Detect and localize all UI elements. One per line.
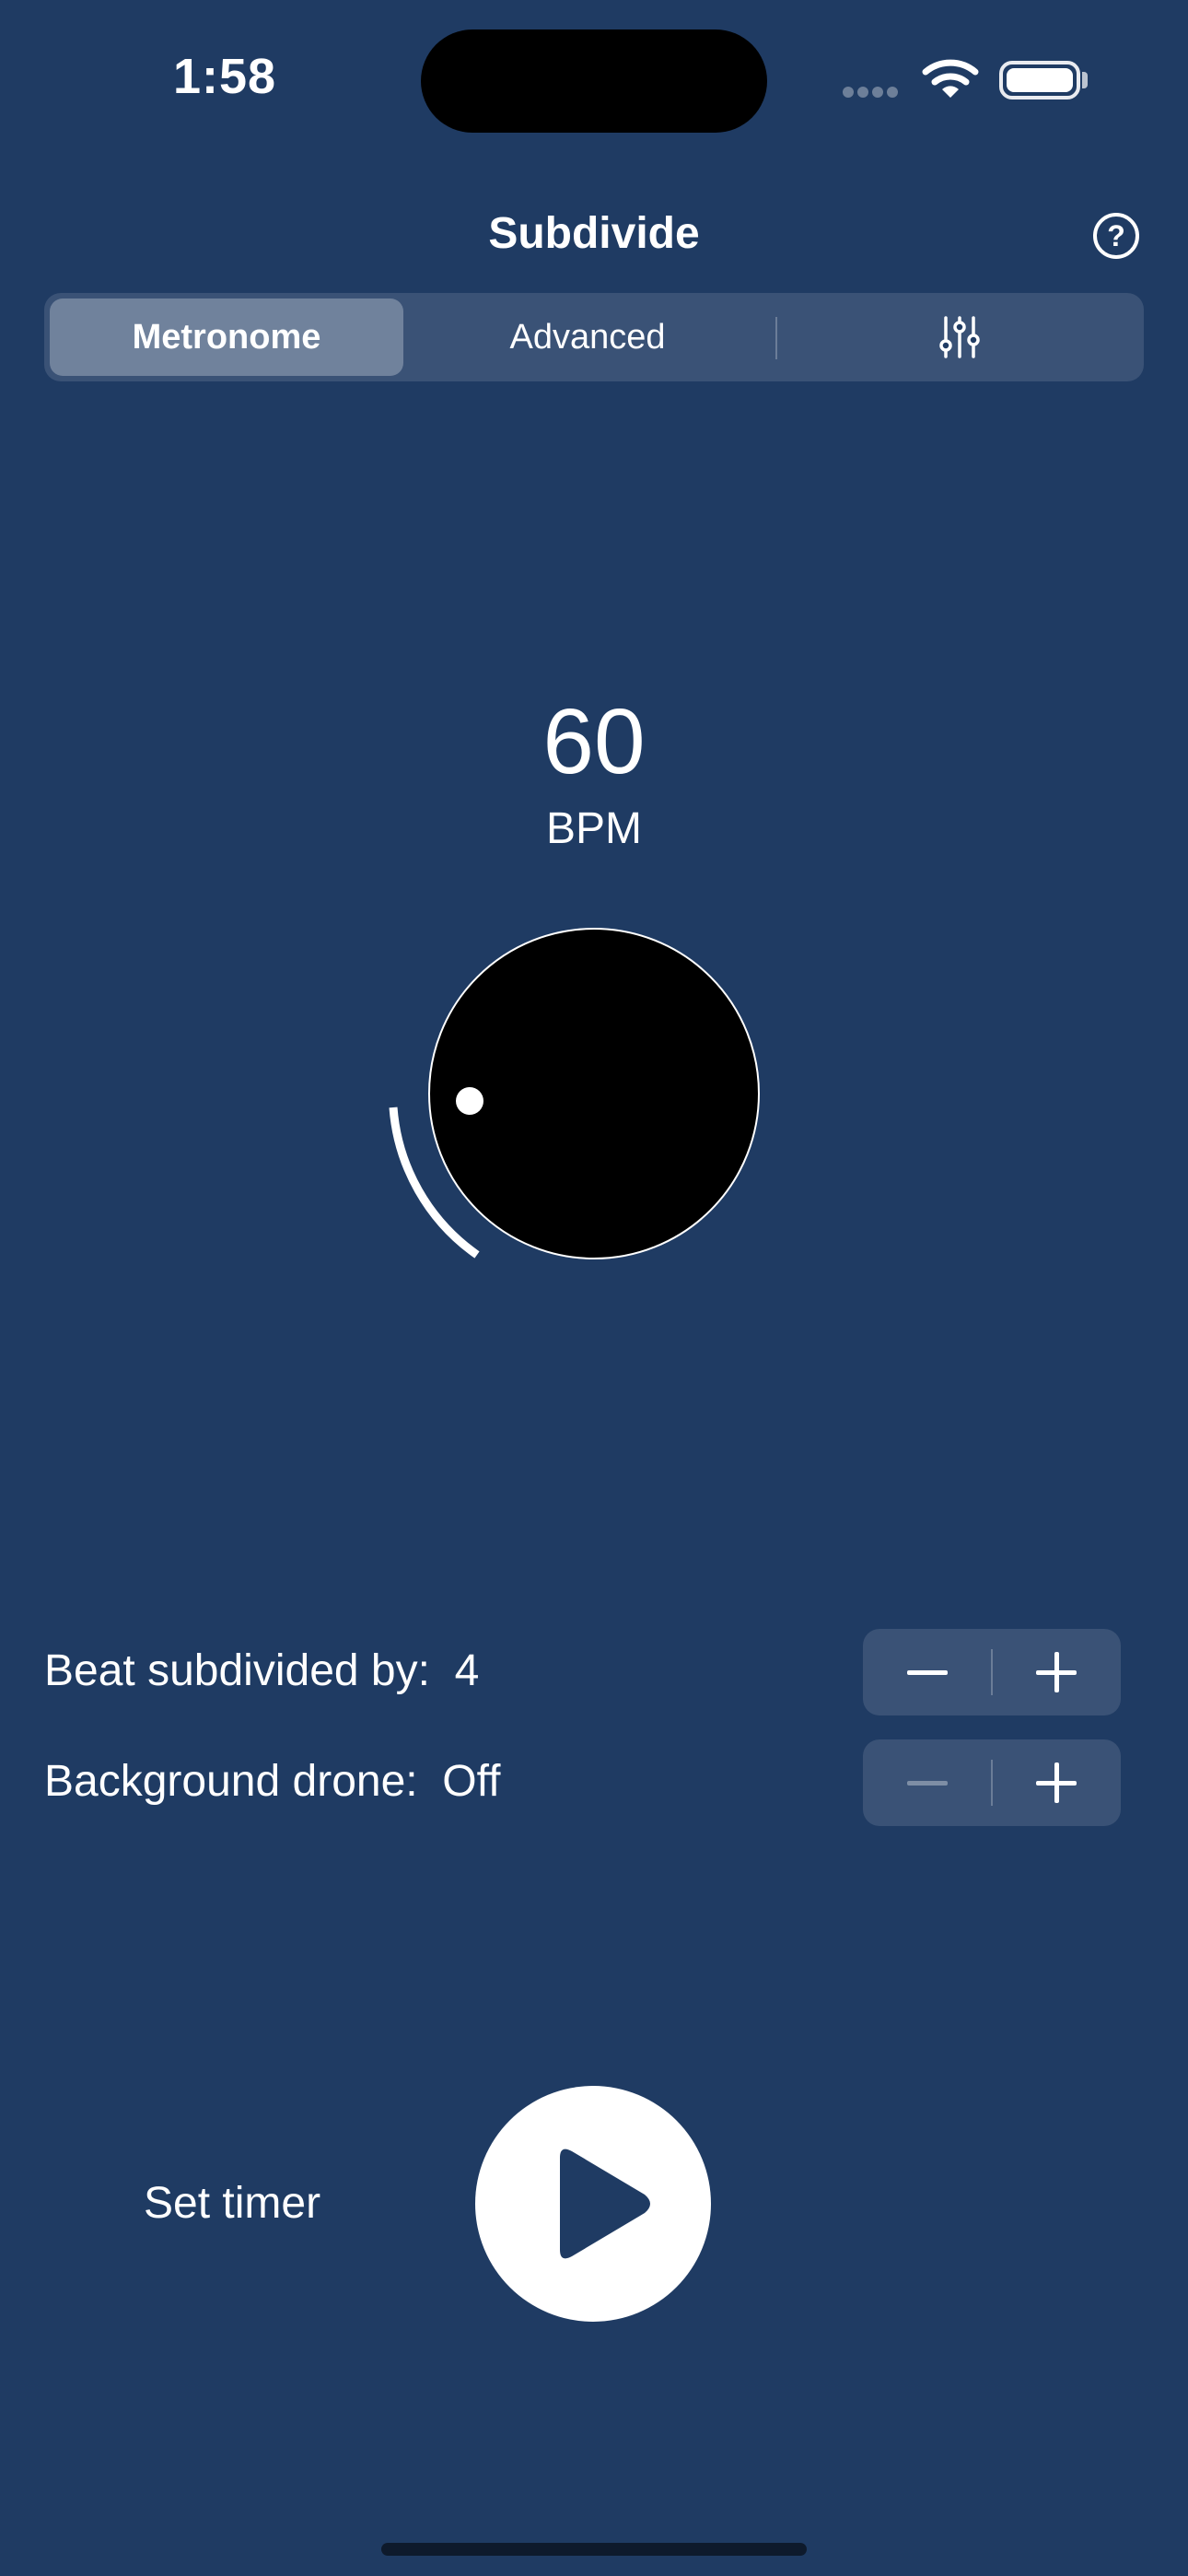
mode-segmented-control: Metronome Advanced xyxy=(44,293,1144,381)
subdivision-label: Beat subdivided by: xyxy=(44,1646,430,1695)
subdivision-stepper xyxy=(863,1629,1121,1715)
subdivision-decrement-button[interactable] xyxy=(863,1629,992,1715)
bpm-unit-label: BPM xyxy=(545,804,642,853)
battery-cap xyxy=(1082,72,1088,88)
bpm-value: 60 xyxy=(542,690,646,793)
minus-icon xyxy=(907,1780,948,1786)
play-icon xyxy=(560,2149,650,2259)
status-time: 1:58 xyxy=(173,49,277,104)
sliders-icon xyxy=(939,316,980,358)
battery-icon xyxy=(999,61,1080,100)
drone-stepper xyxy=(863,1739,1121,1826)
drone-row: Background drone: Off xyxy=(44,1756,500,1807)
tab-metronome[interactable]: Metronome xyxy=(50,299,403,376)
page-title: Subdivide xyxy=(488,209,700,258)
question-mark-icon: ? xyxy=(1107,218,1125,252)
segment-divider xyxy=(775,317,777,359)
home-indicator[interactable] xyxy=(381,2543,807,2556)
drone-decrement-button[interactable] xyxy=(863,1739,992,1826)
plus-icon xyxy=(1036,1652,1077,1692)
minus-icon xyxy=(907,1669,948,1675)
subdivision-value: 4 xyxy=(454,1646,480,1695)
set-timer-button[interactable]: Set timer xyxy=(144,2178,320,2229)
help-button[interactable]: ? xyxy=(1093,213,1139,259)
subdivision-row: Beat subdivided by: 4 xyxy=(44,1645,479,1696)
subdivision-increment-button[interactable] xyxy=(992,1629,1121,1715)
tab-advanced[interactable]: Advanced xyxy=(403,299,772,376)
drone-value: Off xyxy=(442,1757,501,1806)
tempo-dial[interactable] xyxy=(368,912,774,1281)
plus-icon xyxy=(1036,1762,1077,1803)
wifi-icon xyxy=(922,57,979,100)
drone-label: Background drone: xyxy=(44,1757,418,1806)
dynamic-island xyxy=(421,29,767,133)
cellular-signal-icon xyxy=(843,86,903,98)
drone-increment-button[interactable] xyxy=(992,1739,1121,1826)
dial-position-dot xyxy=(456,1087,483,1115)
tab-settings[interactable] xyxy=(781,299,1138,376)
play-button[interactable] xyxy=(475,2086,711,2322)
